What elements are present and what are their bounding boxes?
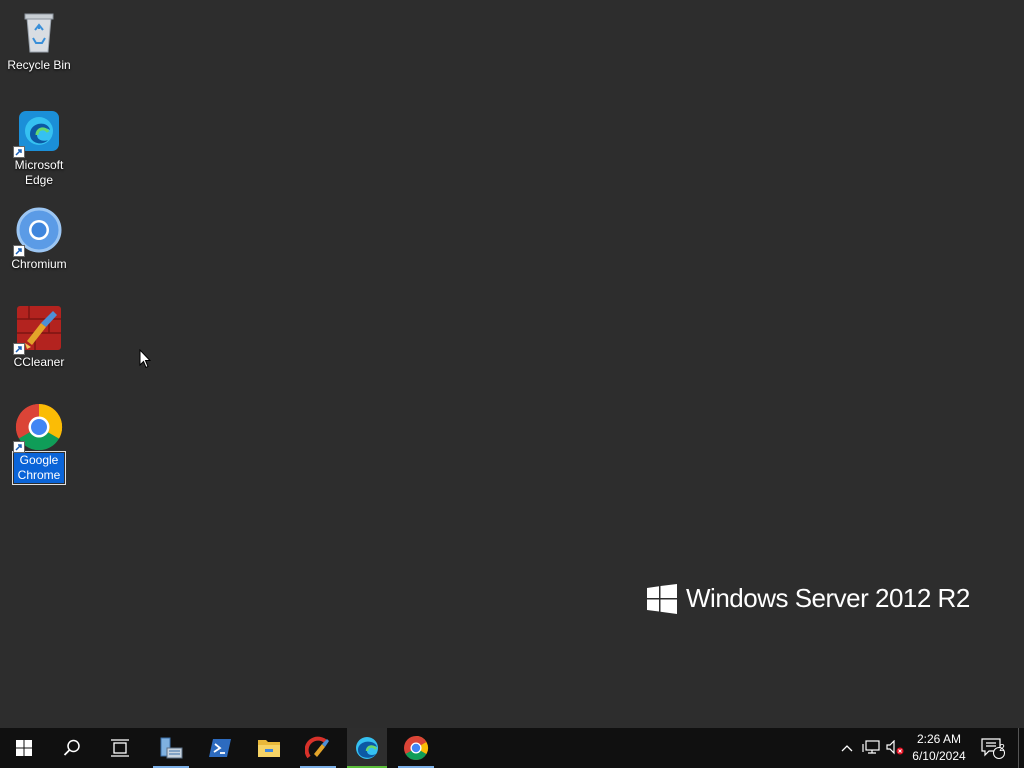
search-icon [63,739,80,756]
chrome-icon [13,403,63,453]
volume-tray-button[interactable] [884,728,906,768]
windows-logo-icon [647,583,677,614]
desktop-icon-label: Microsoft Edge [14,158,64,187]
ccleaner-icon [13,305,63,355]
recycle-bin-icon [15,8,63,56]
desktop-icon-label: Chromium [11,257,67,271]
action-center-button[interactable]: 2 [978,728,1008,768]
search-button[interactable] [52,728,92,768]
shortcut-arrow-icon [13,343,25,355]
desktop-icon-chromium[interactable]: Chromium [6,207,72,272]
desktop-icon-label: Google Chrome [12,451,66,485]
task-view-button[interactable] [100,728,140,768]
shortcut-arrow-icon [13,441,25,453]
branding-text: Windows Server 2012 R2 [686,583,970,613]
shortcut-arrow-icon [13,245,25,257]
desktop-icon-microsoft-edge[interactable]: Microsoft Edge [6,108,72,188]
start-button[interactable] [4,728,44,768]
taskbar-file-explorer[interactable] [249,728,289,768]
chrome-icon [404,736,429,761]
clock-time: 2:26 AM [916,732,962,746]
network-icon [862,740,880,754]
taskbar-clock[interactable]: 2:26 AM 6/10/2024 [905,728,973,768]
desktop-icon-google-chrome[interactable]: Google Chrome [6,403,72,485]
network-tray-button[interactable] [860,728,882,768]
edge-icon [13,108,63,158]
desktop[interactable]: Recycle Bin Microsoft Edge Chromium CCle… [0,0,1024,728]
clock-date: 6/10/2024 [912,749,966,763]
shortcut-arrow-icon [13,146,25,158]
taskbar-microsoft-edge[interactable] [347,728,387,768]
show-desktop-button[interactable] [1018,728,1024,768]
show-hidden-icons-button[interactable] [838,728,856,768]
desktop-icon-label: CCleaner [13,355,65,369]
task-view-icon [111,739,129,757]
chromium-icon [13,207,63,257]
powershell-icon [209,739,231,757]
file-explorer-icon [258,740,280,757]
volume-muted-icon [886,740,904,755]
edge-icon [356,737,378,759]
mouse-cursor-icon [139,348,152,374]
ccleaner-icon [305,736,329,759]
notification-count-badge: 2 [999,743,1005,754]
server-manager-icon [160,737,183,759]
windows-server-branding: Windows Server 2012 R2 [647,583,970,614]
taskbar-powershell[interactable] [200,728,240,768]
taskbar-ccleaner[interactable] [298,728,338,768]
taskbar-google-chrome[interactable] [396,728,436,768]
desktop-icon-ccleaner[interactable]: CCleaner [6,305,72,370]
desktop-icon-recycle-bin[interactable]: Recycle Bin [6,8,72,73]
desktop-icon-label: Recycle Bin [7,58,71,72]
chevron-up-icon [841,745,853,752]
taskbar-server-manager[interactable] [151,728,191,768]
taskbar: 2:26 AM 6/10/2024 2 [0,728,1024,768]
windows-start-icon [16,740,32,756]
